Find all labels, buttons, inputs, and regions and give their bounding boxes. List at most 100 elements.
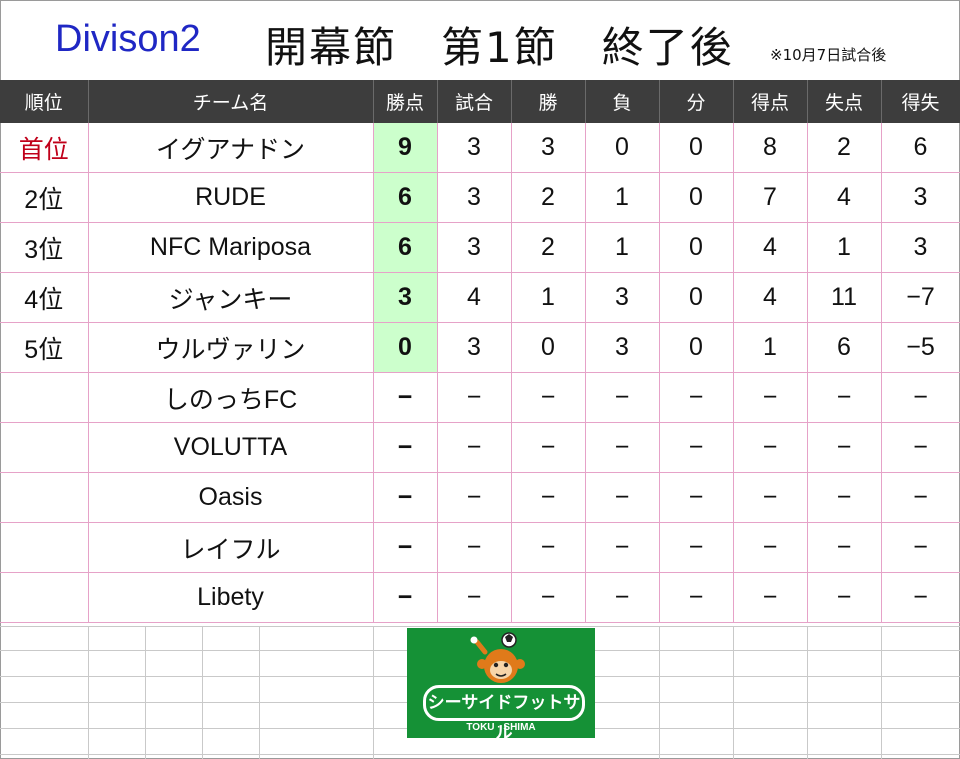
team-name-cell: ウルヴァリン [88,322,374,373]
table-row: Libety − − − − − − − − [0,572,960,623]
won-cell: 0 [511,322,586,373]
division-title: Divison2 [55,18,201,60]
title-bar: Divison2 開幕節 第1節 終了後 ※10月7日試合後 [0,0,960,80]
goals-for-cell: − [733,572,808,623]
lost-cell: − [585,572,660,623]
drawn-cell: − [659,422,734,473]
goal-diff-cell: −5 [881,322,960,373]
won-cell: 2 [511,222,586,273]
col-header-goals-against: 失点 [807,80,882,123]
lost-cell: 1 [585,172,660,223]
played-cell: − [437,572,512,623]
round-headline: 開幕節 第1節 終了後 [265,23,734,72]
goals-for-cell: − [733,372,808,423]
won-cell: − [511,372,586,423]
lost-cell: − [585,472,660,523]
team-name-cell: ジャンキー [88,272,374,323]
col-header-lost: 負 [585,80,660,123]
goals-against-cell: 1 [807,222,882,273]
col-header-drawn: 分 [659,80,734,123]
goals-for-cell: 7 [733,172,808,223]
goal-diff-cell: − [881,522,960,573]
points-cell: − [373,572,438,623]
team-name-cell: Oasis [88,472,374,523]
goals-against-cell: 6 [807,322,882,373]
col-header-played: 試合 [437,80,512,123]
team-name-cell: RUDE [88,172,374,223]
team-name-cell: しのっちFC [88,372,374,423]
logo-main-text: シーサイドフットサル [423,685,585,738]
points-cell: 0 [373,322,438,373]
lost-cell: − [585,372,660,423]
goal-diff-cell: 3 [881,172,960,223]
table-row: 4位 ジャンキー 3 4 1 3 0 4 11 −7 [0,272,960,323]
drawn-cell: − [659,372,734,423]
table-row: Oasis − − − − − − − − [0,472,960,523]
rank-cell [0,422,89,473]
drawn-cell: 0 [659,322,734,373]
goals-against-cell: 4 [807,172,882,223]
goals-against-cell: − [807,472,882,523]
standings-table: 順位 チーム名 勝点 試合 勝 負 分 得点 失点 得失 首位 イグアナドン 9 3 3… [0,80,960,623]
played-cell: 3 [437,322,512,373]
played-cell: − [437,472,512,523]
rank-cell: 首位 [0,123,89,173]
goals-against-cell: 2 [807,123,882,173]
goals-for-cell: 8 [733,123,808,173]
standings-body: 首位 イグアナドン 9 3 3 0 0 8 2 6 2位 RUDE 6 3 2 1 0 7 4 3 3位 NFC Mari… [0,123,960,623]
match-date-note: ※10月7日試合後 [770,46,887,64]
team-name-cell: レイフル [88,522,374,573]
lost-cell: 3 [585,322,660,373]
col-header-rank: 順位 [0,80,89,123]
points-cell: − [373,522,438,573]
rank-cell: 4位 [0,272,89,323]
table-row: しのっちFC − − − − − − − − [0,372,960,423]
col-header-team: チーム名 [88,80,374,123]
rank-cell [0,572,89,623]
points-cell: − [373,372,438,423]
table-row: 3位 NFC Mariposa 6 3 2 1 0 4 1 3 [0,222,960,273]
won-cell: − [511,572,586,623]
goals-for-cell: 1 [733,322,808,373]
team-name-cell: Libety [88,572,374,623]
goals-for-cell: − [733,422,808,473]
played-cell: 3 [437,172,512,223]
logo-sub-text: TOKU · SHIMA [466,722,536,733]
goal-diff-cell: − [881,372,960,423]
won-cell: 2 [511,172,586,223]
table-row: 5位 ウルヴァリン 0 3 0 3 0 1 6 −5 [0,322,960,373]
played-cell: 4 [437,272,512,323]
rank-cell [0,522,89,573]
lost-cell: 3 [585,272,660,323]
points-cell: 6 [373,222,438,273]
played-cell: − [437,522,512,573]
won-cell: − [511,422,586,473]
table-row: 2位 RUDE 6 3 2 1 0 7 4 3 [0,172,960,223]
table-row: 首位 イグアナドン 9 3 3 0 0 8 2 6 [0,123,960,173]
lost-cell: − [585,522,660,573]
points-cell: 6 [373,172,438,223]
goal-diff-cell: − [881,472,960,523]
goals-against-cell: − [807,522,882,573]
col-header-goal-diff: 得失 [881,80,960,123]
goal-diff-cell: 3 [881,222,960,273]
lost-cell: 0 [585,123,660,173]
played-cell: 3 [437,222,512,273]
drawn-cell: 0 [659,172,734,223]
team-name-cell: NFC Mariposa [88,222,374,273]
col-header-goals-for: 得点 [733,80,808,123]
played-cell: − [437,422,512,473]
col-header-points: 勝点 [373,80,438,123]
rank-cell: 5位 [0,322,89,373]
drawn-cell: 0 [659,272,734,323]
rank-cell [0,372,89,423]
goals-for-cell: 4 [733,272,808,323]
lost-cell: 1 [585,222,660,273]
goals-for-cell: 4 [733,222,808,273]
table-row: VOLUTTA − − − − − − − − [0,422,960,473]
goals-for-cell: − [733,522,808,573]
points-cell: 9 [373,123,438,173]
won-cell: − [511,472,586,523]
team-name-cell: イグアナドン [88,123,374,173]
points-cell: 3 [373,272,438,323]
